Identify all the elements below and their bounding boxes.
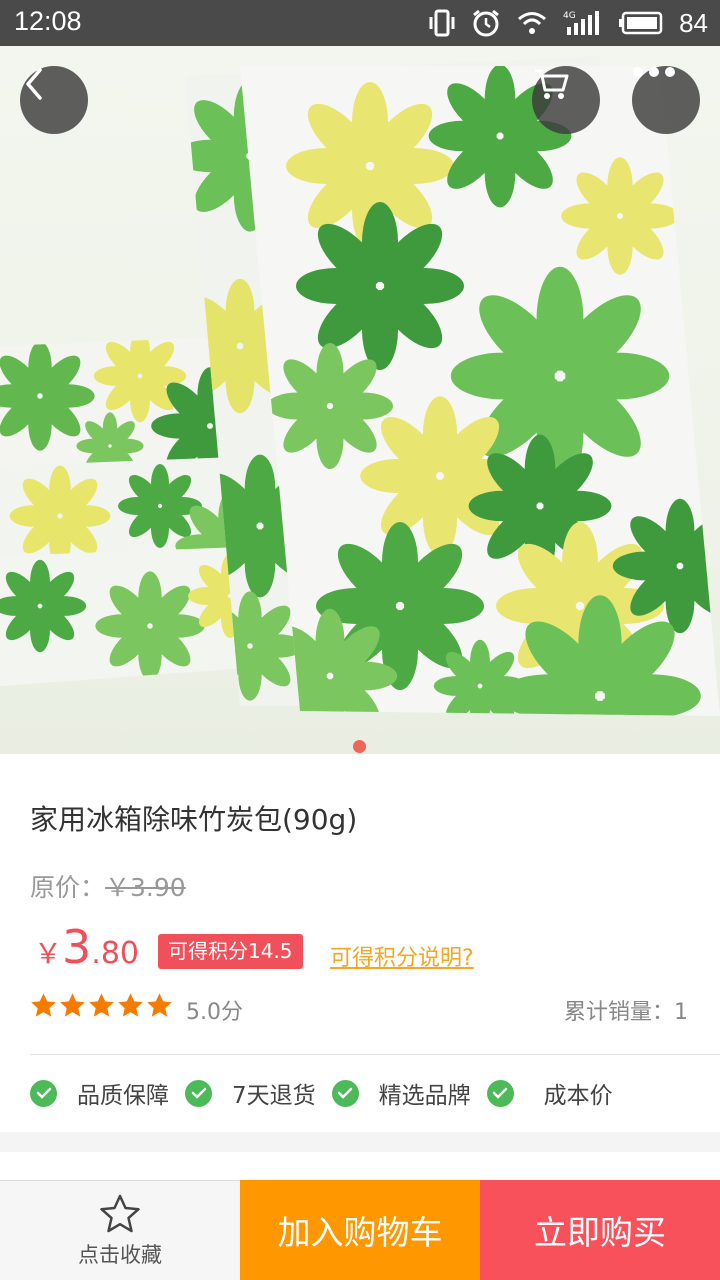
chevron-left-icon [26, 68, 42, 100]
price-decimal: .80 [91, 936, 140, 971]
buy-now-button[interactable]: 立即购买 [480, 1180, 720, 1280]
bottom-action-bar: 点击收藏 加入购物车 立即购买 [0, 1180, 720, 1280]
status-icons: 4G 84 [429, 7, 708, 39]
more-menu-button[interactable] [632, 66, 700, 134]
guarantee-item: 7天退货 [185, 1076, 316, 1110]
rating-score: 5.0分 [186, 1000, 243, 1025]
star-rating [30, 992, 173, 1018]
guarantee-label: 精选品牌 [378, 1083, 471, 1109]
guarantee-label: 7天退货 [232, 1083, 316, 1109]
guarantee-item: 品质保障 [30, 1076, 169, 1110]
more-dots-icon [633, 67, 675, 77]
points-explanation-link[interactable]: 可得积分说明? [330, 940, 474, 972]
favorite-button[interactable]: 点击收藏 [0, 1180, 240, 1280]
alarm-icon [473, 9, 500, 37]
battery-level: 84 [679, 7, 708, 38]
cart-button[interactable] [532, 66, 600, 134]
star-outline-icon [100, 1194, 140, 1232]
product-info-card: 家用冰箱除味竹炭包(90g) 原价：￥3.90 ￥3.80 可得积分14.5 可… [0, 754, 720, 1132]
next-section-card [0, 1152, 720, 1180]
star-filled-icon [31, 993, 56, 1017]
original-price: 原价：￥3.90 [30, 868, 186, 904]
original-price-label: 原价： [30, 873, 106, 902]
shopping-cart-icon [535, 69, 569, 99]
check-circle-icon [185, 1079, 212, 1107]
product-title: 家用冰箱除味竹炭包(90g) [30, 803, 358, 836]
guarantee-item: 成本价 [486, 1076, 613, 1110]
check-circle-icon [486, 1079, 514, 1107]
svg-text:4G: 4G [563, 11, 576, 21]
favorite-label: 点击收藏 [78, 1242, 162, 1267]
star-filled-icon [118, 993, 143, 1017]
image-page-indicator [353, 740, 366, 753]
star-filled-icon [60, 993, 85, 1017]
status-bar: 12:08 4G 84 [0, 0, 720, 46]
guarantee-list: 品质保障 7天退货 精选品牌 成本价 [30, 1076, 629, 1110]
star-filled-icon [147, 993, 172, 1017]
battery-icon [619, 11, 663, 35]
vibrate-icon [429, 9, 455, 37]
divider [30, 1054, 720, 1055]
status-time: 12:08 [14, 6, 82, 36]
add-to-cart-button[interactable]: 加入购物车 [240, 1180, 480, 1280]
guarantee-label: 成本价 [543, 1083, 613, 1109]
star-filled-icon [89, 993, 114, 1017]
back-button[interactable] [20, 66, 88, 134]
price-currency: ￥ [34, 937, 63, 970]
price-integer: 3 [62, 920, 92, 974]
points-badge: 可得积分14.5 [158, 934, 303, 969]
guarantee-item: 精选品牌 [331, 1076, 471, 1110]
wifi-icon [518, 12, 547, 34]
guarantee-label: 品质保障 [77, 1083, 169, 1109]
current-price: ￥3.80 [34, 920, 139, 974]
check-circle-icon [331, 1079, 359, 1107]
check-circle-icon [30, 1079, 57, 1107]
product-image [0, 56, 720, 716]
product-image-gallery[interactable] [0, 46, 720, 754]
original-price-value: ￥3.90 [105, 873, 186, 902]
sales-count: 累计销量：1 [564, 1000, 688, 1025]
signal-4g-icon: 4G [563, 11, 600, 35]
